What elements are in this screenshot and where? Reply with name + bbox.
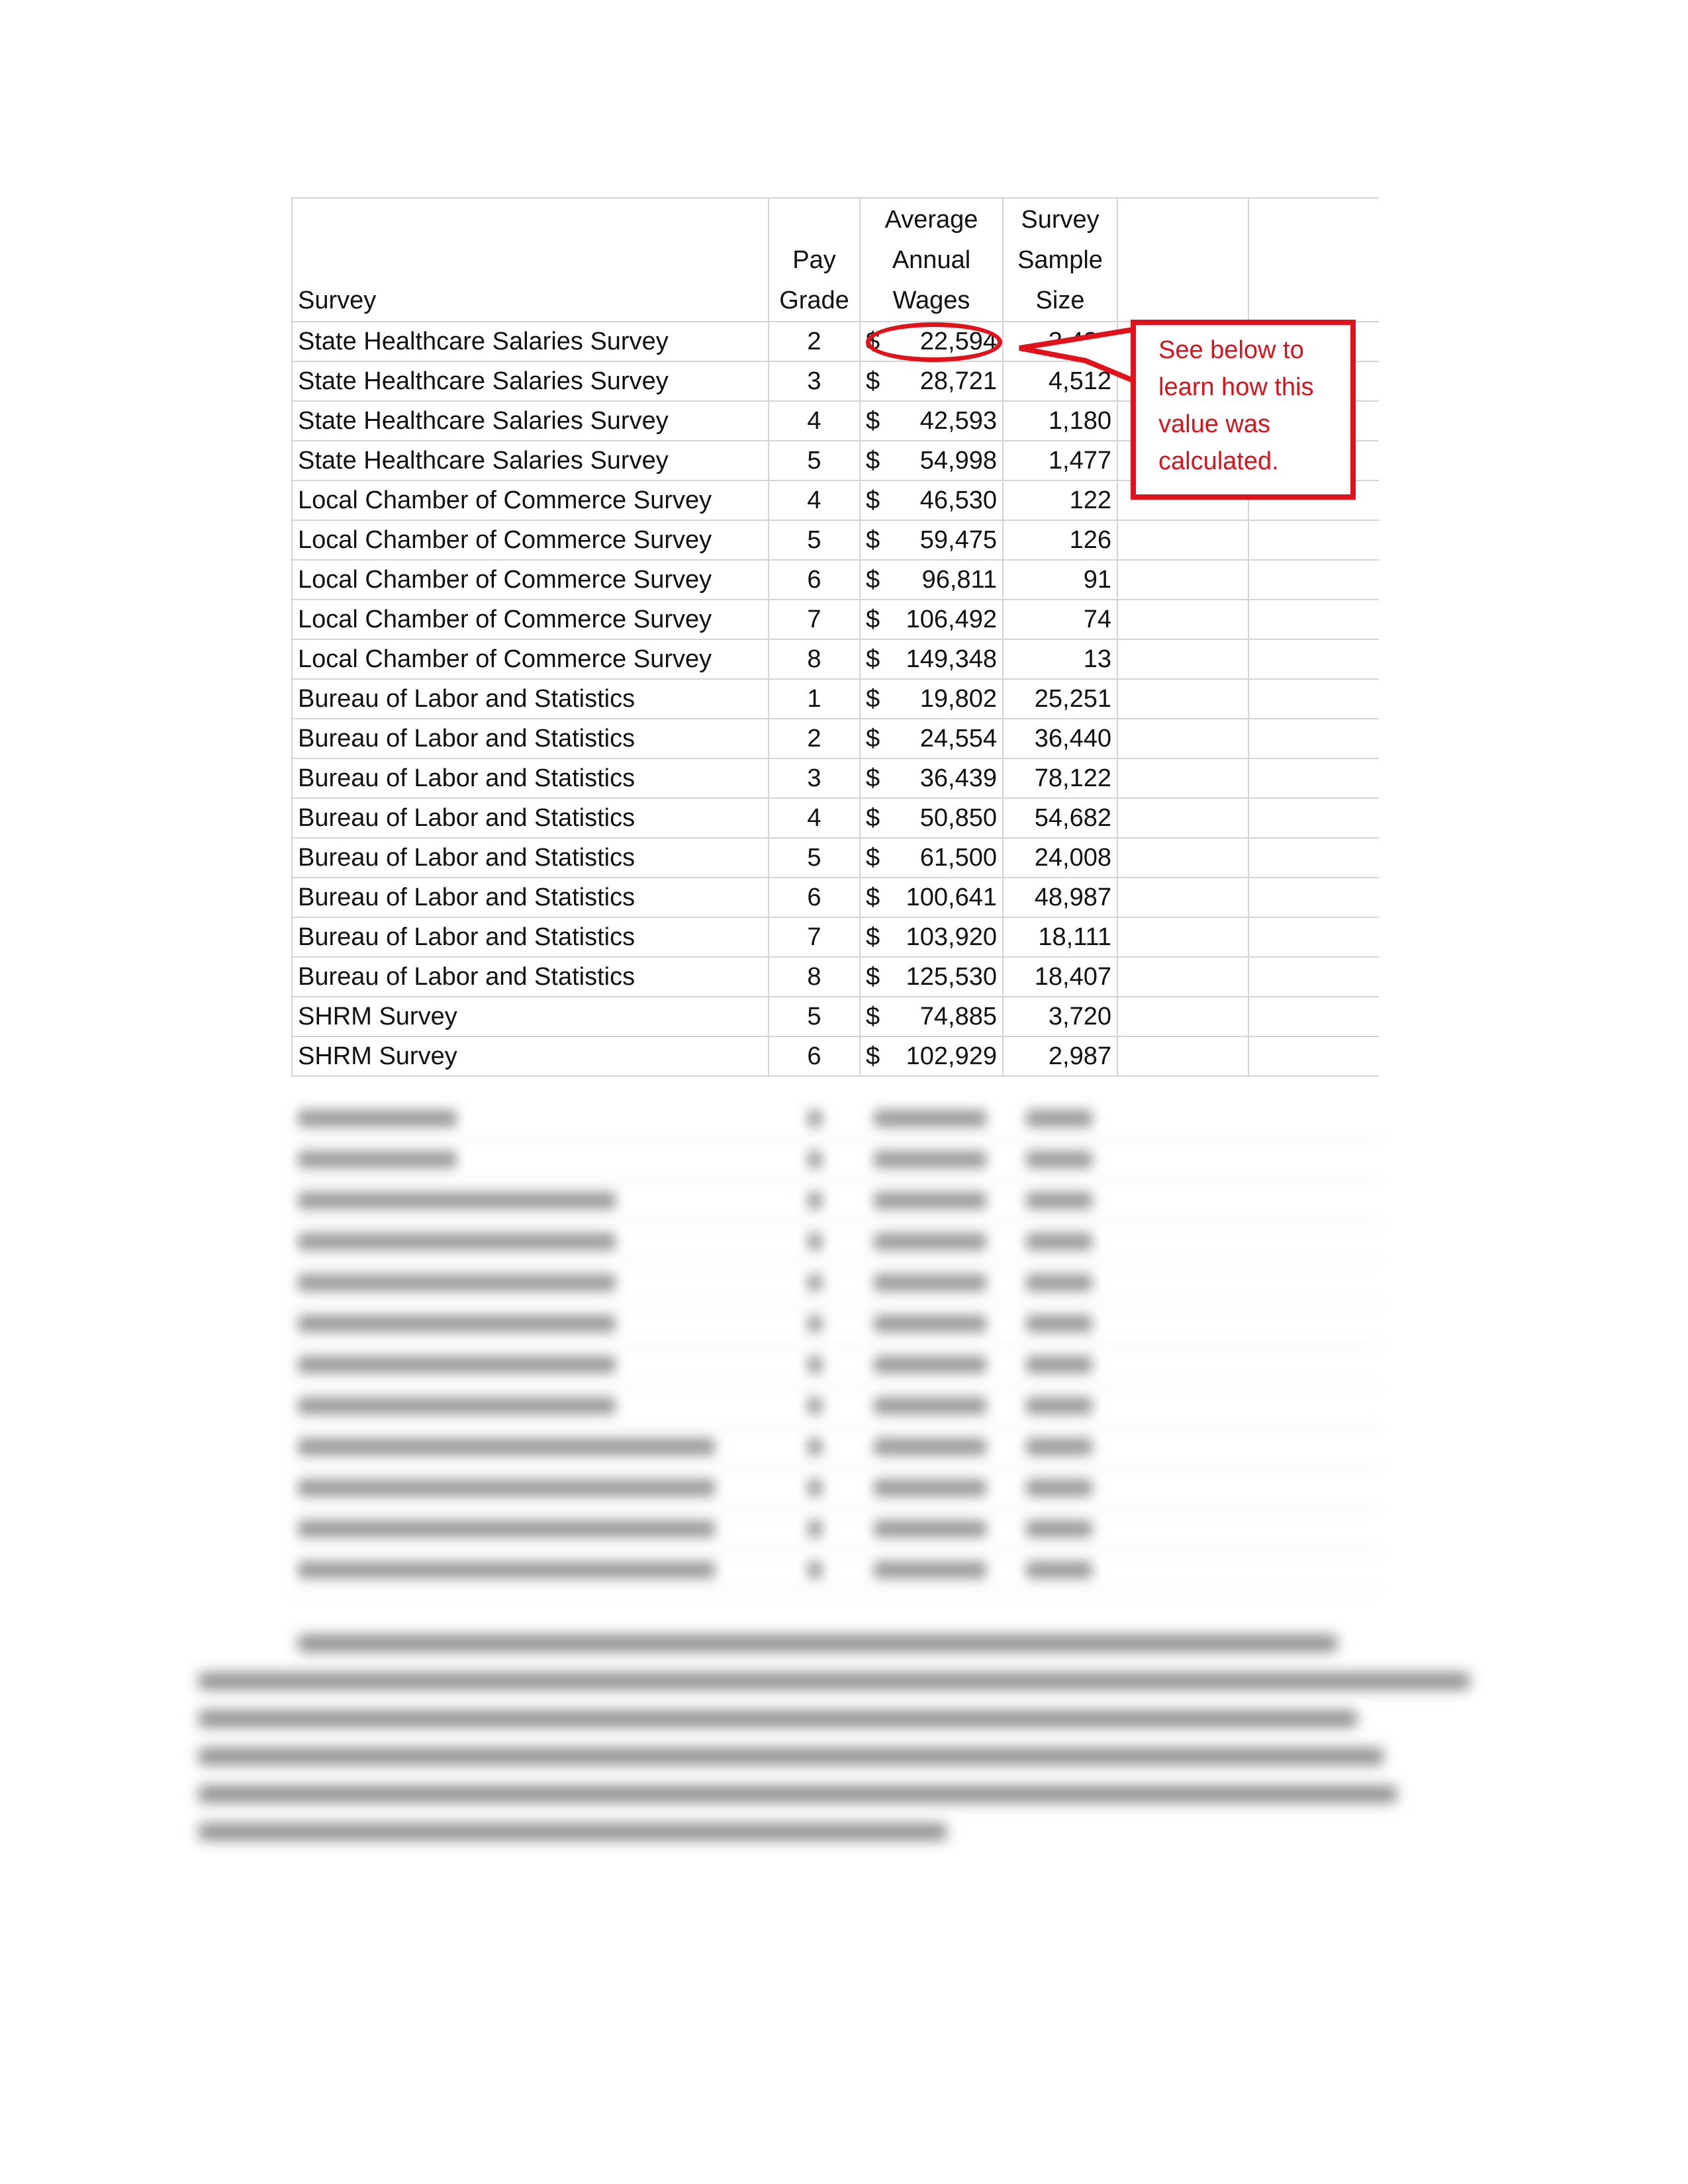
- callout-box: See below to learn how this value was ca…: [1131, 320, 1356, 500]
- callout-arrow: [1019, 326, 1136, 385]
- callout-line: value was: [1158, 410, 1270, 438]
- highlight-ellipse: [866, 322, 1002, 362]
- callout-line: See below to: [1158, 336, 1304, 364]
- callout-line: learn how this: [1158, 373, 1314, 401]
- callout-line: calculated.: [1158, 447, 1279, 475]
